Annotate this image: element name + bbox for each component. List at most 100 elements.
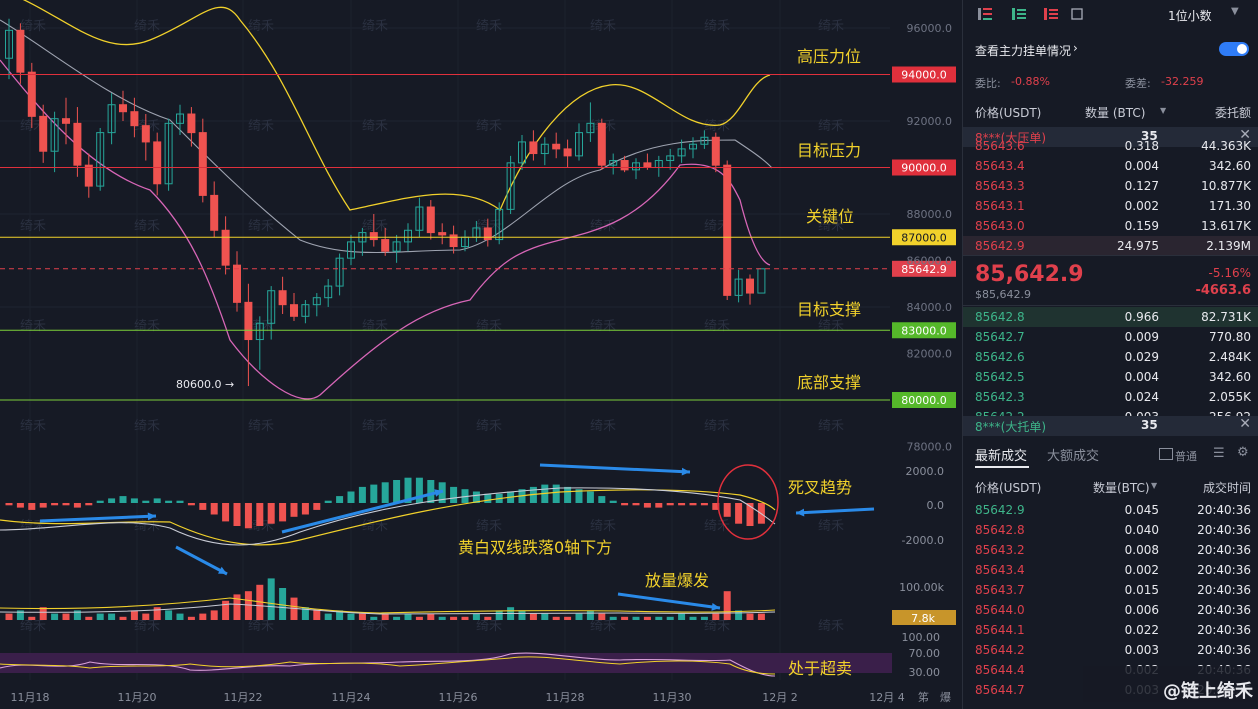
row-price: 85642.9 (975, 503, 1025, 517)
candle-body[interactable] (141, 125, 150, 143)
row-qty: 0.009 (1124, 330, 1159, 344)
sort-icon[interactable]: ▼ (1151, 481, 1157, 490)
orderbook-row[interactable]: 85642.3 0.024 2.055K (963, 387, 1258, 407)
settings-icon[interactable]: ⚙ (1237, 445, 1249, 460)
trade-row[interactable]: 85642.9 0.045 20:40:36 (963, 500, 1258, 520)
diff-value: -32.259 (1161, 75, 1204, 88)
candle-body[interactable] (723, 164, 732, 296)
big-bid-band[interactable]: 8***(大托单) 35 ✕ (963, 416, 1258, 436)
orderbook-row[interactable]: 85642.8 0.966 82.731K (963, 307, 1258, 327)
col-qty-header[interactable]: 数量 (BTC) (1085, 104, 1145, 121)
orderbook-ask-icon[interactable] (1043, 6, 1059, 22)
candle-body[interactable] (73, 122, 82, 166)
col-amount-header[interactable]: 委托额 (1215, 104, 1251, 121)
candle-body[interactable] (62, 118, 70, 124)
vol-tick: 100.00k (899, 581, 944, 594)
candle-body[interactable] (552, 143, 561, 150)
volume-bar (358, 613, 366, 620)
tab-latest-trades[interactable]: 最新成交 (975, 445, 1027, 464)
trade-row[interactable]: 85642.8 0.040 20:40:36 (963, 520, 1258, 540)
candle-body[interactable] (483, 227, 492, 241)
macd-bar (51, 503, 59, 506)
candle-body[interactable] (369, 232, 378, 241)
orderbook-row[interactable]: 85643.6 0.318 44.363K (963, 136, 1258, 156)
candle-body[interactable] (449, 234, 458, 248)
trade-col-qty[interactable]: 数量(BTC) (1093, 479, 1150, 496)
watermark-text: 绮禾 (134, 419, 160, 434)
row-price: 85643.1 (975, 199, 1025, 213)
orderbook-row[interactable]: 85643.1 0.002 171.30 (963, 196, 1258, 216)
trade-row[interactable]: 85643.7 0.015 20:40:36 (963, 580, 1258, 600)
candle-body[interactable] (563, 148, 572, 157)
candle-body[interactable] (529, 141, 538, 155)
row-value: 44.363K (1201, 139, 1251, 153)
candle-body[interactable] (119, 104, 127, 113)
candle-body[interactable] (290, 304, 298, 317)
candle-body[interactable] (210, 194, 219, 231)
orderbook-row[interactable]: 85643.4 0.004 342.60 (963, 156, 1258, 176)
candle-body[interactable] (643, 162, 652, 169)
trade-row[interactable]: 85644.1 0.022 20:40:36 (963, 620, 1258, 640)
candle-body[interactable] (438, 232, 447, 236)
row-qty: 0.015 (1124, 583, 1159, 597)
volume-bar (51, 613, 59, 620)
row-qty: 0.003 (1124, 643, 1159, 657)
trade-row[interactable]: 85644.2 0.003 20:40:36 (963, 640, 1258, 660)
candle-body[interactable] (153, 141, 162, 185)
candle-body[interactable] (620, 160, 629, 171)
orderbook-row[interactable]: 85643.0 0.159 13.617K (963, 216, 1258, 236)
chevron-down-icon[interactable]: ▼ (1231, 6, 1239, 17)
trade-row[interactable]: 85643.4 0.002 20:40:36 (963, 560, 1258, 580)
orderbook-row[interactable]: 85642.9 24.975 2.139M (963, 236, 1258, 256)
trade-row[interactable]: 85643.2 0.008 20:40:36 (963, 540, 1258, 560)
ratio-label: 委比: (975, 77, 1001, 90)
level-tag-text: 90000.0 (901, 162, 947, 175)
orderbook-row[interactable]: 85642.6 0.029 2.484K (963, 347, 1258, 367)
candle-body[interactable] (130, 111, 139, 127)
expand-icon[interactable] (1069, 6, 1085, 22)
candle-body[interactable] (84, 164, 93, 187)
row-value: 20:40:36 (1197, 623, 1251, 637)
row-qty: 0.159 (1124, 219, 1159, 233)
candle-body[interactable] (221, 229, 230, 266)
tab-big-trades[interactable]: 大额成交 (1047, 445, 1099, 464)
candle-body[interactable] (278, 290, 287, 306)
candle-body[interactable] (426, 206, 435, 234)
normal-filter[interactable]: 普通 (1175, 448, 1197, 464)
main-orders-toggle[interactable] (1219, 42, 1249, 56)
candle-body[interactable] (39, 115, 48, 152)
candle-body[interactable] (233, 264, 241, 303)
sort-icon[interactable]: ▼ (1160, 106, 1166, 115)
trade-row[interactable]: 85644.0 0.006 20:40:36 (963, 600, 1258, 620)
watermark-text: 绮禾 (20, 319, 46, 334)
orderbook-row[interactable]: 85643.3 0.127 10.877K (963, 176, 1258, 196)
candle-body[interactable] (198, 132, 207, 196)
candle-body[interactable] (16, 29, 25, 73)
orderbook-row[interactable]: 85642.7 0.009 770.80 (963, 327, 1258, 347)
candle-body[interactable] (244, 301, 253, 341)
volume-bar (678, 613, 686, 620)
price-tick: 78000.0 (907, 441, 953, 454)
macd-bar (336, 496, 344, 503)
rsi-tick: 30.00 (909, 666, 941, 679)
watermark-text: 绮禾 (476, 19, 502, 34)
orderbook-row[interactable]: 85642.5 0.004 342.60 (963, 367, 1258, 387)
candle-body[interactable] (381, 239, 390, 252)
watermark-text: 绮禾 (704, 619, 730, 634)
row-price: 85643.6 (975, 139, 1025, 153)
row-price: 85644.4 (975, 663, 1025, 677)
close-icon[interactable]: ✕ (1239, 416, 1251, 432)
chevron-right-icon[interactable]: › (1073, 41, 1078, 55)
main-orders-link[interactable]: 查看主力挂单情况 (975, 42, 1071, 59)
checkbox-icon[interactable] (1159, 448, 1173, 460)
kline-chart[interactable]: 绮禾 绮禾 绮禾 绮禾 绮禾 绮禾 绮禾 绮禾绮禾 绮禾 绮禾 绮禾 绮禾 绮禾绮禾 绮禾 绮禾 绮禾 绮禾 绮禾… (0, 0, 960, 709)
precision-select[interactable]: 1位小数 (1168, 7, 1212, 24)
candle-body[interactable] (27, 71, 36, 117)
candle-body[interactable] (597, 122, 606, 166)
orderbook-both-icon[interactable] (977, 6, 993, 22)
candle-body[interactable] (746, 278, 754, 294)
candle-body[interactable] (711, 136, 720, 166)
candle-body[interactable] (187, 113, 196, 134)
filter-icon[interactable]: ☰ (1213, 446, 1225, 461)
orderbook-bid-icon[interactable] (1011, 6, 1027, 22)
